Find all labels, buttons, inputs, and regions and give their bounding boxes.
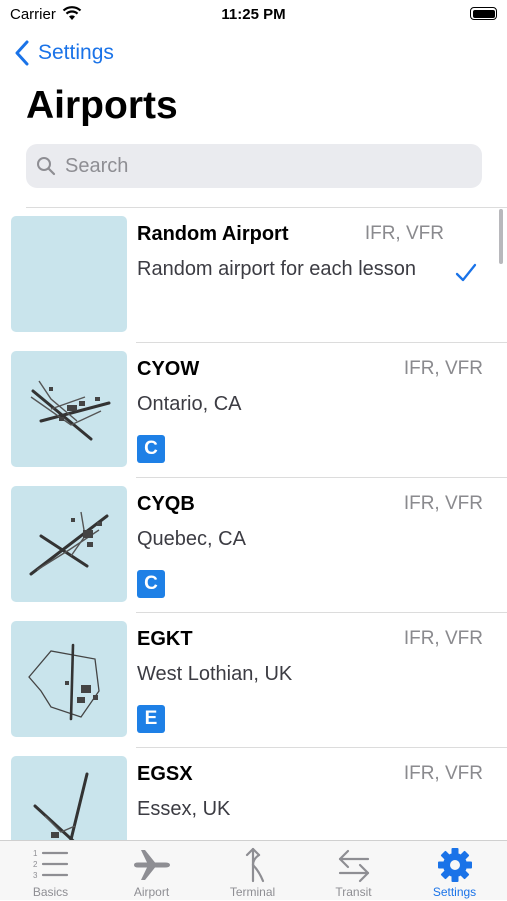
flight-rules: IFR, VFR <box>403 763 483 784</box>
tab-label: Transit <box>335 885 372 899</box>
airport-class-badge: C <box>137 570 165 598</box>
numbered-list-icon: 1 2 3 <box>33 849 68 880</box>
airport-code: EGKT <box>137 628 193 650</box>
tab-transit[interactable]: Transit <box>303 841 404 901</box>
airport-class-badge: C <box>137 435 165 463</box>
search-input[interactable] <box>63 153 467 179</box>
airport-location: Essex, UK <box>137 798 231 820</box>
tab-label: Settings <box>432 885 477 899</box>
airport-row-cyqb[interactable]: CYQB IFR, VFR Quebec, CA C <box>0 478 507 613</box>
svg-text:1: 1 <box>33 849 38 858</box>
search-bar[interactable] <box>26 144 482 188</box>
scrollbar[interactable] <box>499 209 503 264</box>
airport-name: Random Airport <box>137 223 289 245</box>
airport-list[interactable]: Random Airport IFR, VFR Random airport f… <box>0 207 507 840</box>
tab-label: Terminal <box>229 885 276 899</box>
tab-terminal[interactable]: Terminal <box>202 841 303 901</box>
airport-row-cyow[interactable]: CYOW IFR, VFR Ontario, CA C <box>0 343 507 478</box>
battery-icon <box>470 7 497 20</box>
airport-diagram-placeholder <box>11 216 127 332</box>
airport-row-egsx[interactable]: EGSX IFR, VFR Essex, UK <box>0 748 507 840</box>
tab-settings[interactable]: Settings <box>404 841 505 901</box>
flight-rules: IFR, VFR <box>403 628 483 649</box>
flight-rules: IFR, VFR <box>364 223 444 244</box>
airport-location: Ontario, CA <box>137 393 242 415</box>
gear-icon <box>437 848 472 882</box>
tab-basics[interactable]: 1 2 3 Basics <box>0 841 101 901</box>
airport-diagram <box>11 621 127 737</box>
tab-bar: 1 2 3 Basics Airport Terminal Transit Sett… <box>0 840 507 900</box>
airport-location: Quebec, CA <box>137 528 246 550</box>
back-button[interactable]: Settings <box>14 38 114 68</box>
airport-code: EGSX <box>137 763 193 785</box>
airport-diagram <box>11 351 127 467</box>
back-label: Settings <box>38 41 114 64</box>
airport-diagram <box>11 486 127 602</box>
airport-row-egkt[interactable]: EGKT IFR, VFR West Lothian, UK E <box>0 613 507 748</box>
tab-airport[interactable]: Airport <box>101 841 202 901</box>
page-title: Airports <box>26 84 178 127</box>
checkmark-icon <box>455 263 477 282</box>
airport-class-badge: E <box>137 705 165 733</box>
clock: 11:25 PM <box>221 6 286 23</box>
tab-label: Basics <box>32 885 69 899</box>
tab-label: Airport <box>133 885 170 899</box>
airport-location: West Lothian, UK <box>137 663 293 685</box>
transfer-arrows-icon <box>338 849 369 883</box>
airport-location: Random airport for each lesson <box>137 258 417 280</box>
airport-row-random[interactable]: Random Airport IFR, VFR Random airport f… <box>0 208 507 343</box>
chevron-left-icon <box>15 40 29 66</box>
airport-code: CYOW <box>137 358 200 380</box>
svg-text:2: 2 <box>33 860 38 869</box>
flight-rules: IFR, VFR <box>403 493 483 514</box>
svg-text:3: 3 <box>33 871 38 880</box>
search-icon <box>37 157 56 176</box>
airport-diagram <box>11 756 127 840</box>
airplane-icon <box>133 850 170 880</box>
flight-rules: IFR, VFR <box>403 358 483 379</box>
route-arrow-icon <box>245 847 264 883</box>
airport-code: CYQB <box>137 493 195 515</box>
status-bar: Carrier 11:25 PM <box>0 0 507 30</box>
